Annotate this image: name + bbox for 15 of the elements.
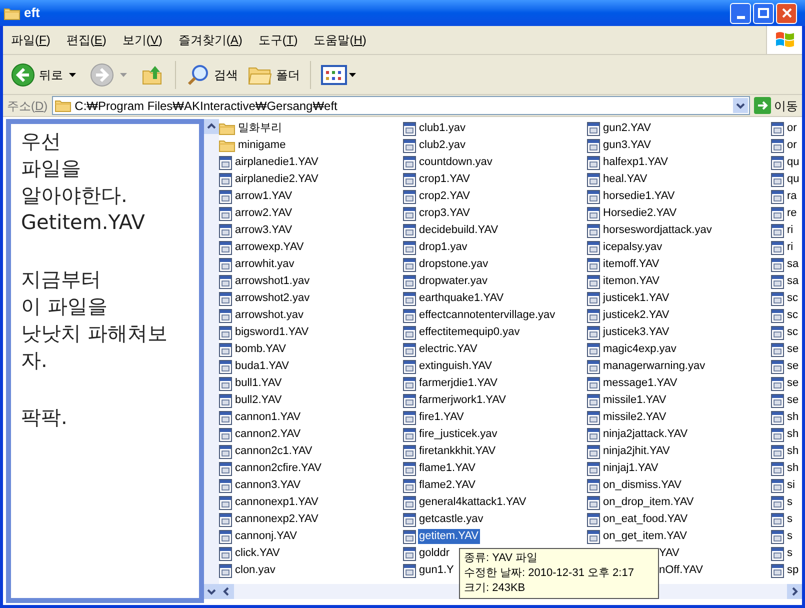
note-text: Getitem.YAV	[21, 209, 146, 236]
window-title: eft	[24, 4, 40, 22]
note-text: 자.	[21, 347, 48, 374]
note-text: 낫낫치 파해쳐보	[21, 320, 168, 347]
tooltip-text: 수정한 날짜: 2010-12-31 오후 2:17	[464, 566, 635, 581]
address-path: C:₩Program Files₩AKInteractive₩Gersang₩eft	[74, 98, 338, 114]
note-text: 파일을	[21, 155, 82, 182]
note-text: 우선	[21, 128, 62, 155]
tooltip-text: 크기: 243KB	[464, 581, 526, 596]
note-text: 지금부터	[21, 266, 102, 293]
note-text: 알아야한다.	[21, 182, 128, 209]
note-text: 팍팍.	[21, 404, 68, 431]
tooltip-text: 종류: YAV 파일	[464, 551, 539, 566]
note-text: 이 파일을	[21, 293, 108, 320]
address-label: 주소(D)	[7, 98, 48, 114]
